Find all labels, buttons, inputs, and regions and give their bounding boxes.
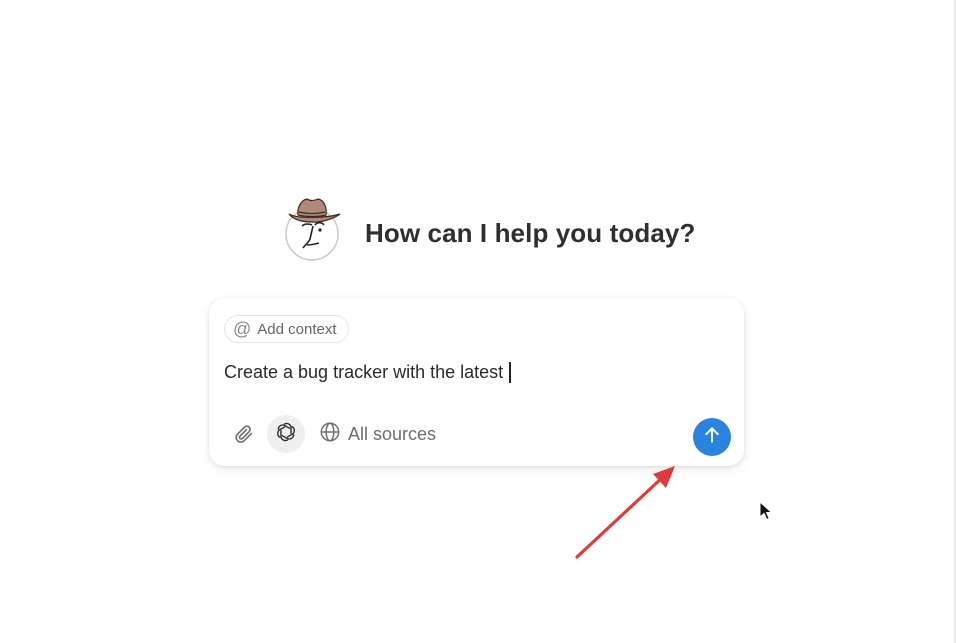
prompt-text: Create a bug tracker with the latest [224, 361, 504, 382]
globe-icon [319, 421, 341, 448]
arrow-up-icon [702, 425, 722, 450]
openai-logo-icon [275, 421, 297, 448]
text-caret [509, 361, 512, 383]
greeting-title: How can I help you today? [365, 217, 696, 248]
assistant-avatar [283, 195, 341, 263]
model-selector-button[interactable] [267, 415, 305, 453]
prompt-composer: @ Add context Create a bug tracker with … [209, 298, 744, 466]
send-button[interactable] [693, 418, 731, 456]
greeting-header: How can I help you today? [283, 195, 695, 263]
prompt-input[interactable]: Create a bug tracker with the latest [224, 359, 724, 385]
at-sign-icon: @ [233, 319, 252, 339]
attach-file-button[interactable] [230, 422, 258, 450]
add-context-label: Add context [257, 320, 337, 338]
sources-selector-button[interactable]: All sources [319, 420, 436, 448]
paperclip-icon [233, 423, 255, 450]
page: How can I help you today? @ Add context … [0, 0, 956, 643]
sources-label: All sources [348, 423, 437, 444]
add-context-button[interactable]: @ Add context [224, 315, 349, 343]
mouse-cursor-icon [759, 500, 773, 526]
